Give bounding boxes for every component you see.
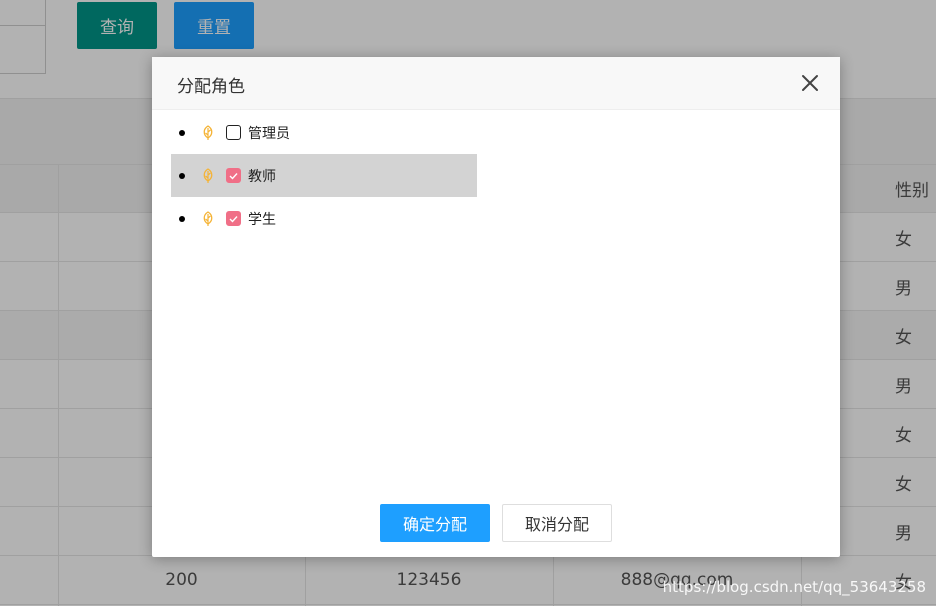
dialog-title: 分配角色 [177,77,245,97]
bullet-dot [179,172,185,179]
role-node-student[interactable]: 学生 [171,197,477,240]
dialog-footer: 确定分配 取消分配 [152,504,840,542]
role-tree: 管理员 教师 学生 [171,111,477,240]
bullet-dot [179,215,185,222]
role-checkbox[interactable] [226,211,241,226]
role-checkbox[interactable] [226,125,241,140]
role-node-teacher[interactable]: 教师 [171,154,477,197]
cancel-assign-button[interactable]: 取消分配 [502,504,612,542]
role-checkbox[interactable] [226,168,241,183]
leaf-icon [203,210,213,226]
role-node-admin[interactable]: 管理员 [171,111,477,154]
leaf-icon [203,167,213,183]
dialog-header: 分配角色 [152,57,840,110]
check-icon [229,215,238,223]
watermark: https://blog.csdn.net/qq_53643258 [662,578,926,596]
check-icon [229,172,238,180]
bullet-dot [179,129,185,136]
role-label: 学生 [248,211,276,228]
role-label: 教师 [248,168,276,185]
close-icon[interactable] [800,73,820,93]
confirm-assign-button[interactable]: 确定分配 [380,504,490,542]
leaf-icon [203,124,213,140]
role-label: 管理员 [248,125,290,142]
assign-role-dialog: 分配角色 管理员 教师 学生 确定分配 取消分配 [152,57,840,557]
